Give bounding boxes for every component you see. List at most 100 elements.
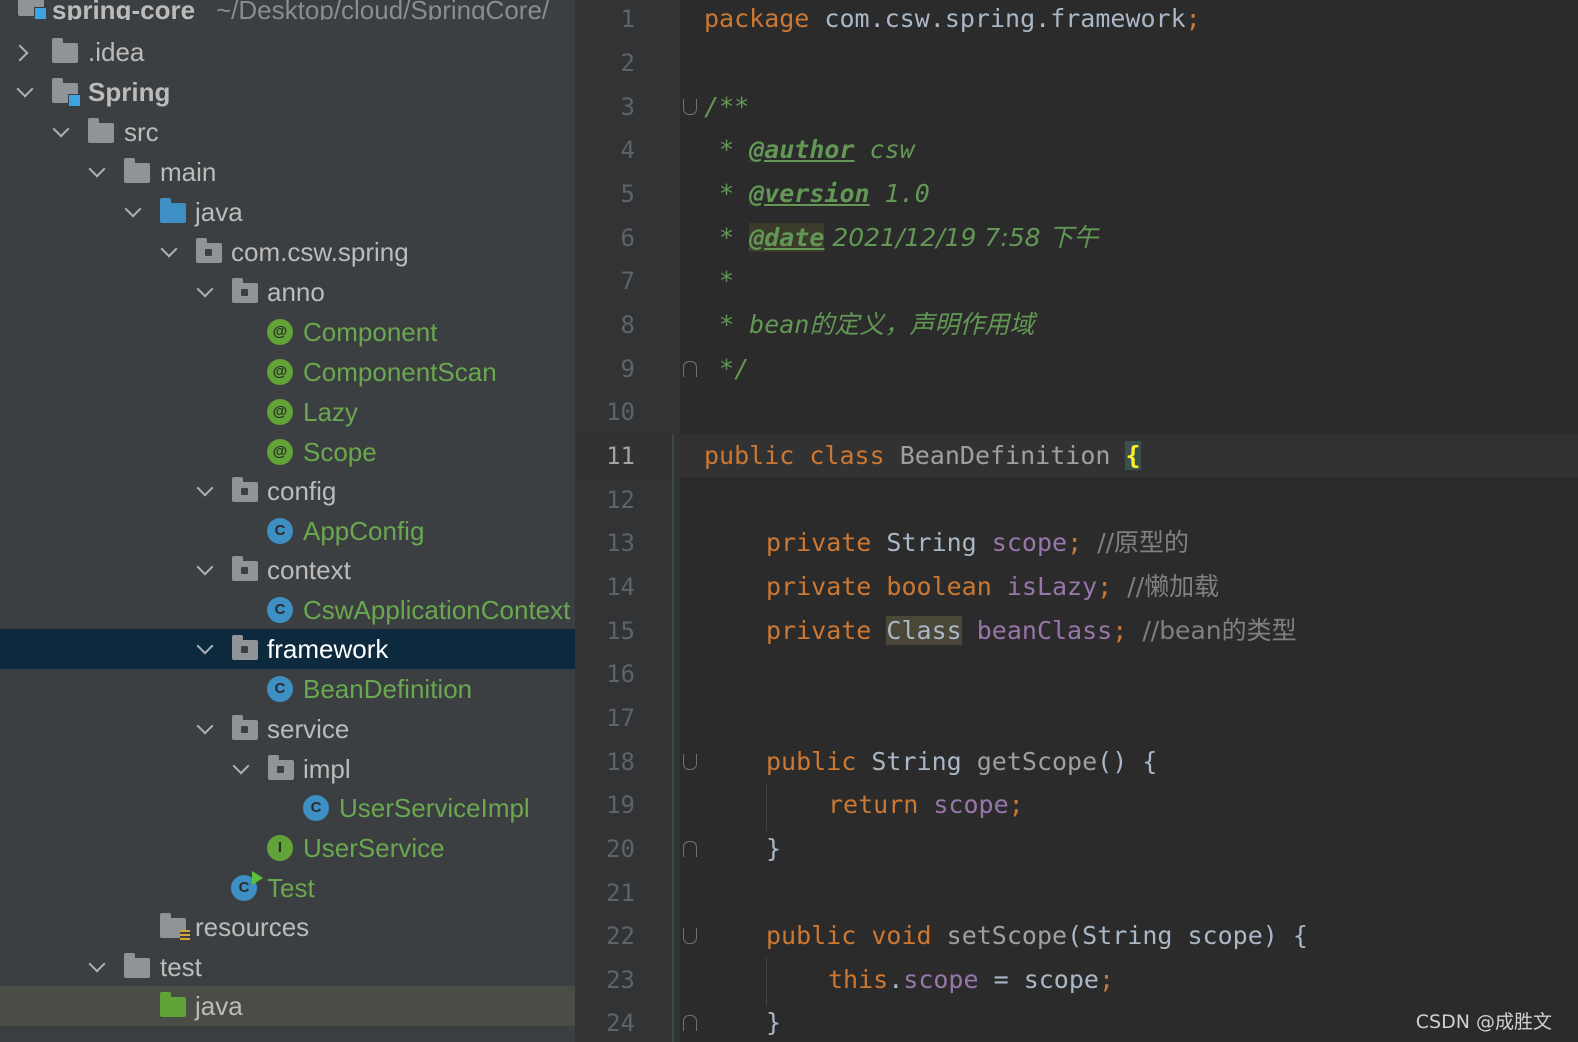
- chevron-down-icon[interactable]: [192, 554, 218, 584]
- tree-row-component[interactable]: @ Component: [0, 312, 575, 352]
- chevron-down-icon[interactable]: [192, 276, 218, 306]
- tree-item-label: Scope: [303, 437, 377, 467]
- tree-item-label: Spring: [88, 77, 171, 107]
- tree-row-root[interactable]: spring-core ~/Desktop/cloud/SpringCore/: [0, 0, 575, 20]
- tree-item-label: ComponentScan: [303, 357, 497, 387]
- tree-item-label: java: [195, 991, 243, 1021]
- tree-item-label: Lazy: [303, 397, 358, 427]
- tree-item-label: framework: [267, 634, 389, 664]
- code-line-1: package com.csw.spring.framework;: [704, 4, 1201, 33]
- fold-marker-icon[interactable]: [683, 841, 697, 857]
- watermark: CSDN @成胜文: [1415, 1011, 1552, 1033]
- module-folder-icon: [52, 78, 81, 107]
- tree-item-label: src: [124, 117, 159, 147]
- tree-item-label: UserServiceImpl: [339, 793, 530, 823]
- tree-item-label: com.csw.spring: [231, 237, 409, 267]
- fold-marker-icon[interactable]: [683, 754, 697, 770]
- tree-row-anno[interactable]: anno: [0, 272, 575, 312]
- tree-row-beandefinition[interactable]: C BeanDefinition: [0, 669, 575, 709]
- line-number: 22: [606, 922, 635, 950]
- tree-row-context[interactable]: context: [0, 550, 575, 590]
- tree-row-componentscan[interactable]: @ ComponentScan: [0, 352, 575, 392]
- code-line-7: *: [704, 266, 735, 295]
- chevron-down-icon[interactable]: [156, 236, 182, 266]
- tree-row-resources[interactable]: resources: [0, 907, 575, 947]
- line-number: 5: [620, 180, 635, 208]
- code-line-22: public void setScope(String scope) {: [766, 921, 1308, 950]
- indent-guide: [766, 958, 767, 1006]
- package-icon: [232, 715, 258, 740]
- code-line-23: this.scope = scope;: [828, 965, 1115, 994]
- line-number: 8: [620, 311, 635, 339]
- tree-row-appconfig[interactable]: C AppConfig: [0, 511, 575, 551]
- tree-row-spring[interactable]: Spring: [0, 72, 575, 112]
- chevron-down-icon[interactable]: [192, 475, 218, 505]
- chevron-down-icon[interactable]: [84, 951, 110, 981]
- annotation-icon: @: [267, 439, 293, 465]
- tree-row-config[interactable]: config: [0, 471, 575, 511]
- tree-item-label: Component: [303, 317, 438, 347]
- tree-item-label: test: [160, 952, 202, 982]
- tree-row-idea[interactable]: .idea: [0, 32, 575, 72]
- tree-row-test-java[interactable]: java: [0, 986, 575, 1026]
- code-line-8: * bean的定义，声明作用域: [704, 310, 1035, 339]
- tree-row-main[interactable]: main: [0, 152, 575, 192]
- module-folder-icon: [18, 0, 47, 20]
- line-number: 4: [620, 136, 635, 164]
- package-icon: [232, 635, 258, 660]
- line-number: 17: [606, 704, 635, 732]
- tree-row-impl[interactable]: impl: [0, 749, 575, 789]
- tree-row-package-root[interactable]: com.csw.spring: [0, 232, 575, 272]
- tree-row-scope[interactable]: @ Scope: [0, 432, 575, 472]
- fold-marker-icon[interactable]: [683, 361, 697, 377]
- fold-marker-icon[interactable]: [683, 99, 697, 115]
- code-line-9: */: [704, 354, 750, 383]
- tree-row-framework[interactable]: framework: [0, 629, 575, 669]
- line-number: 13: [606, 529, 635, 557]
- chevron-down-icon[interactable]: [120, 196, 146, 226]
- project-tree-panel: spring-core ~/Desktop/cloud/SpringCore/ …: [0, 0, 575, 1042]
- line-number: 15: [606, 617, 635, 645]
- tree-row-test[interactable]: test: [0, 947, 575, 987]
- tree-item-label: service: [267, 714, 350, 744]
- annotation-icon: @: [267, 319, 293, 345]
- tree-root-label: spring-core: [52, 0, 196, 20]
- fold-marker-icon[interactable]: [683, 1015, 697, 1031]
- line-number: 6: [620, 224, 635, 252]
- tree-row-src[interactable]: src: [0, 112, 575, 152]
- chevron-down-icon[interactable]: [228, 753, 254, 783]
- tree-row-lazy[interactable]: @ Lazy: [0, 392, 575, 432]
- code-line-3: /**: [704, 92, 750, 121]
- fold-marker-icon[interactable]: [683, 928, 697, 944]
- package-icon: [232, 278, 258, 303]
- chevron-down-icon[interactable]: [12, 76, 38, 106]
- tree-row-userservice[interactable]: I UserService: [0, 828, 575, 868]
- tree-item-label: anno: [267, 277, 325, 307]
- line-number: 3: [620, 93, 635, 121]
- tree-row-java[interactable]: java: [0, 192, 575, 232]
- vcs-change-marker: [672, 434, 674, 1042]
- interface-icon: I: [267, 835, 293, 861]
- package-icon: [268, 755, 294, 780]
- tree-row-userserviceimpl[interactable]: C UserServiceImpl: [0, 788, 575, 828]
- tree-row-test-class[interactable]: C Test: [0, 868, 575, 908]
- tree-root-path: ~/Desktop/cloud/SpringCore/: [216, 0, 550, 20]
- code-line-19: return scope;: [828, 790, 1024, 819]
- chevron-down-icon[interactable]: [192, 633, 218, 663]
- tree-row-cswapplicationcontext[interactable]: C CswApplicationContext: [0, 590, 575, 630]
- folder-icon: [88, 118, 114, 143]
- tree-item-label: UserService: [303, 833, 445, 863]
- code-line-4: * @author csw: [704, 135, 915, 164]
- code-line-13: private String scope; //原型的: [766, 528, 1190, 557]
- chevron-down-icon[interactable]: [84, 156, 110, 186]
- folder-icon: [52, 38, 78, 63]
- package-icon: [232, 556, 258, 581]
- code-line-24: }: [766, 1008, 782, 1037]
- line-number-current: 11: [606, 442, 635, 470]
- chevron-down-icon[interactable]: [48, 116, 74, 146]
- line-number: 9: [620, 355, 635, 383]
- chevron-down-icon[interactable]: [192, 713, 218, 743]
- tree-row-service[interactable]: service: [0, 709, 575, 749]
- chevron-right-icon[interactable]: [10, 36, 36, 66]
- annotation-icon: @: [267, 359, 293, 385]
